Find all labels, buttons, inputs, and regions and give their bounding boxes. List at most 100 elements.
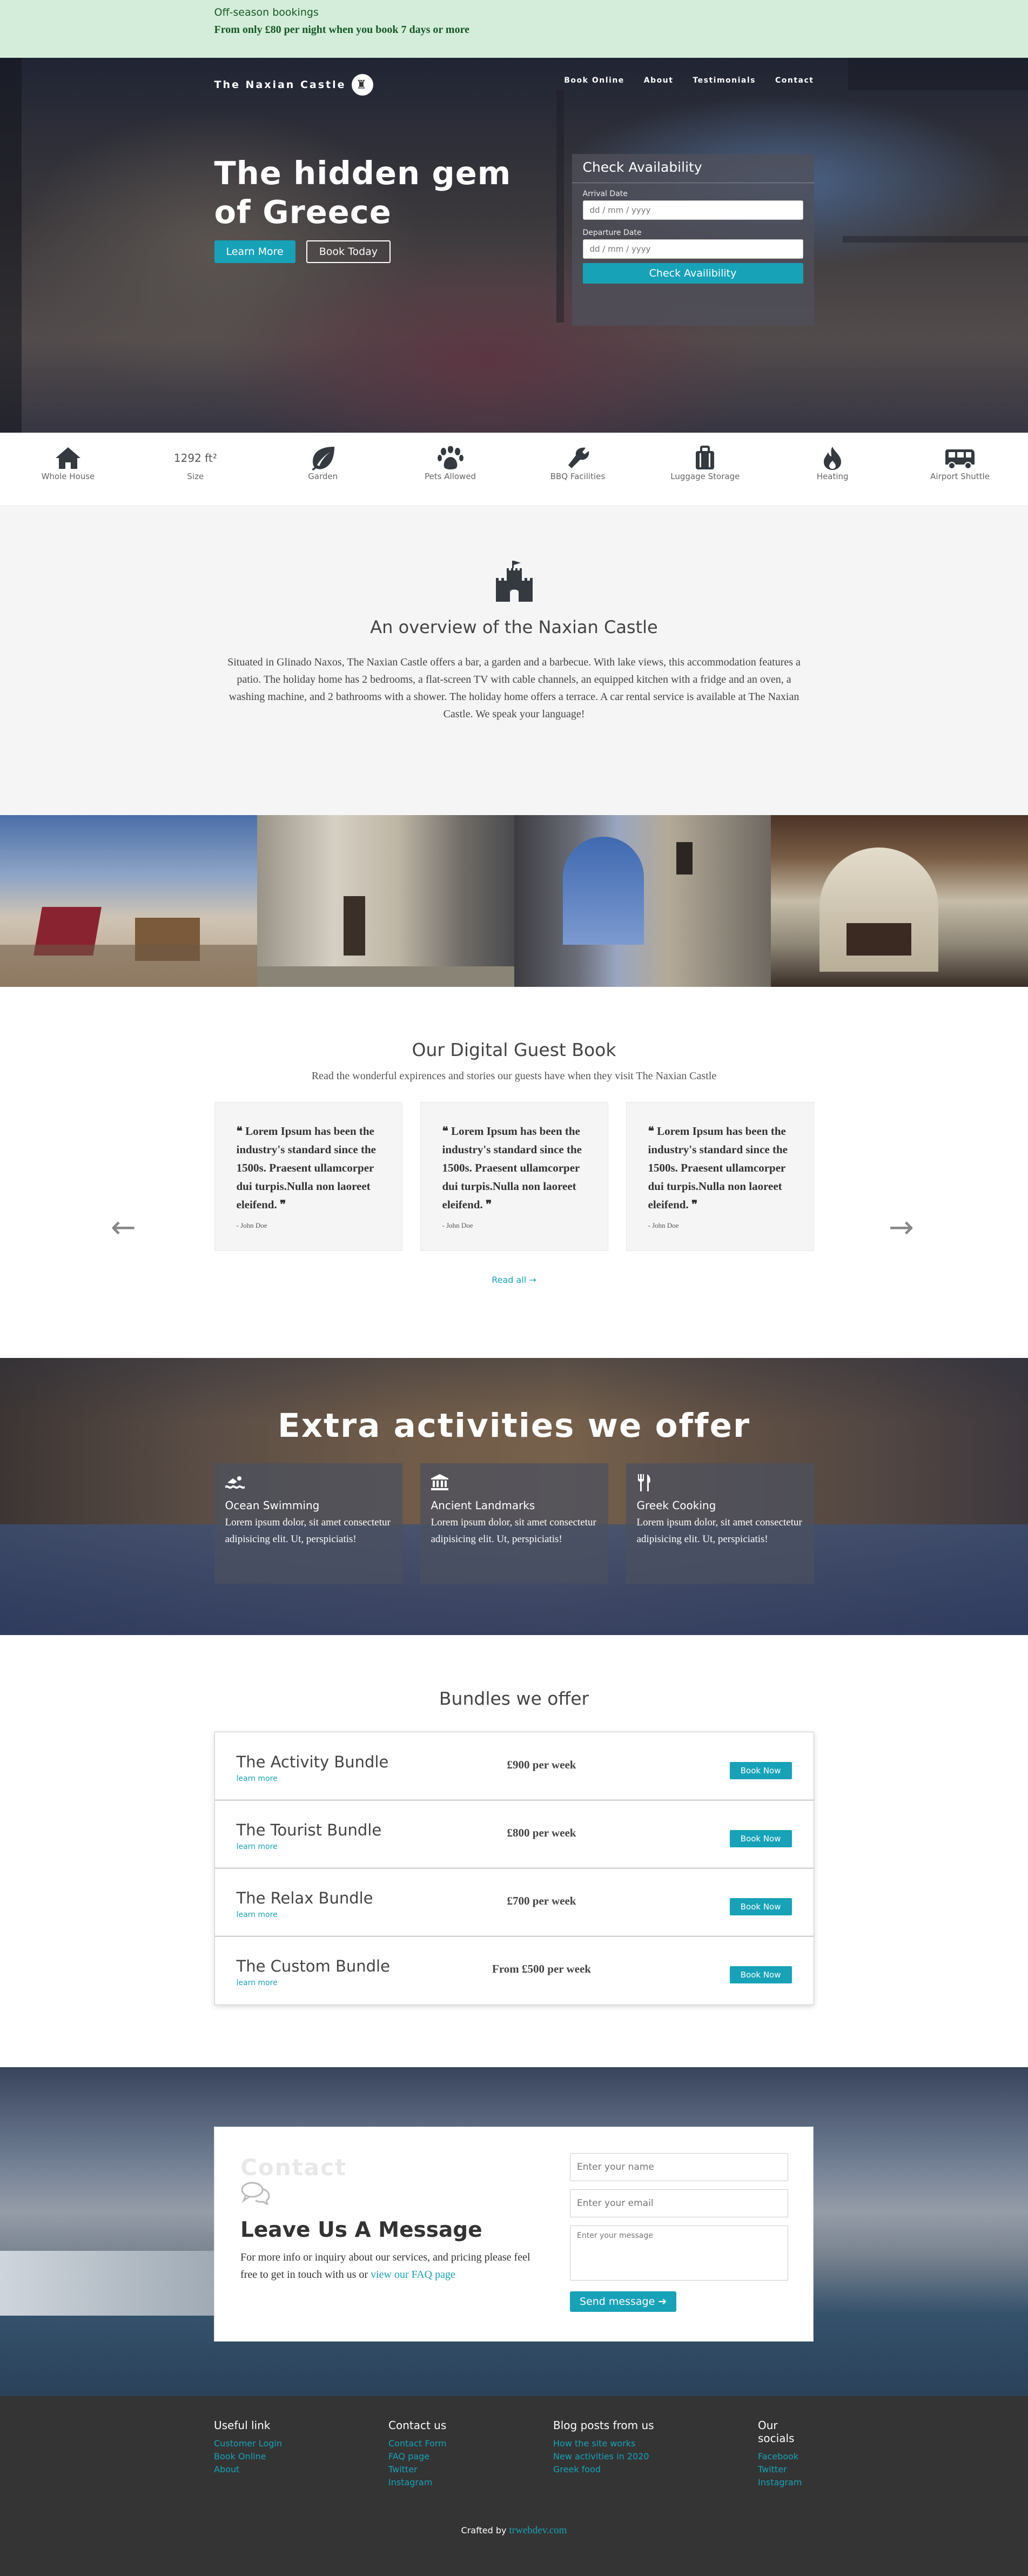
footer-column-title: Blog posts from us — [553, 2419, 654, 2432]
footer-column-socials: Our socials Facebook Twitter Instagram — [758, 2419, 814, 2489]
email-input[interactable] — [570, 2189, 788, 2217]
bundle-learn-more-link[interactable]: learn more — [237, 1774, 792, 1783]
swimmer-icon — [225, 1474, 392, 1492]
arrival-date-input[interactable] — [582, 200, 803, 220]
footer-link[interactable]: Instagram — [758, 2476, 814, 2489]
utensils-icon — [637, 1474, 803, 1492]
nav-about[interactable]: About — [644, 76, 674, 85]
footer-link[interactable]: How the site works — [553, 2437, 654, 2450]
brand-link[interactable]: The Naxian Castle ♜ — [214, 74, 373, 96]
testimonial-card: ❝ Lorem Ipsum has been the industry's st… — [626, 1102, 814, 1251]
amenity-label: Whole House — [41, 472, 95, 481]
hero-section: The Naxian Castle ♜ Book Online About Te… — [0, 58, 1028, 433]
amenity-label: Garden — [308, 472, 338, 481]
testimonial-author: - John Doe — [648, 1221, 679, 1229]
amenities-bar: Whole House 1292 ft² Size Garden Pets Al… — [0, 433, 1028, 506]
nav-testimonials[interactable]: Testimonials — [693, 76, 756, 85]
testimonial-quote: Lorem Ipsum has been the industry's stan… — [442, 1125, 582, 1211]
book-now-button[interactable]: Book Now — [729, 1762, 792, 1779]
book-now-button[interactable]: Book Now — [729, 1830, 792, 1847]
footer-link[interactable]: Instagram — [388, 2476, 447, 2489]
footer-link[interactable]: Twitter — [388, 2463, 447, 2476]
testimonial-card: ❝ Lorem Ipsum has been the industry's st… — [420, 1102, 608, 1251]
offer-banner: Off-season bookings From only £80 per ni… — [0, 0, 1028, 58]
bundle-price: £800 per week — [507, 1826, 576, 1839]
book-today-button[interactable]: Book Today — [306, 240, 391, 263]
bundle-row: The Tourist Bundle learn more £800 per w… — [214, 1800, 814, 1868]
bundle-price: From £500 per week — [492, 1962, 591, 1975]
gallery-photo-archway[interactable] — [514, 815, 771, 987]
arrival-label: Arrival Date — [582, 190, 628, 198]
bundle-learn-more-link[interactable]: learn more — [237, 1842, 792, 1851]
activity-text: Lorem ipsum dolor, sit amet consectetur … — [636, 1517, 802, 1545]
activity-text: Lorem ipsum dolor, sit amet consectetur … — [431, 1517, 596, 1545]
book-now-button[interactable]: Book Now — [729, 1898, 792, 1915]
hero-photo-detail — [843, 236, 1028, 243]
amenity-luggage: Luggage Storage — [641, 433, 769, 505]
carousel-prev-arrow-icon[interactable]: ← — [111, 1213, 136, 1243]
contact-section: Contact Leave Us A Message For more info… — [0, 2067, 1028, 2396]
bundle-learn-more-link[interactable]: learn more — [237, 1911, 792, 1919]
activity-title: Greek Cooking — [636, 1499, 716, 1512]
bundles-title: Bundles we offer — [439, 1688, 589, 1709]
activity-title: Ancient Landmarks — [431, 1499, 535, 1512]
learn-more-button[interactable]: Learn More — [214, 240, 295, 263]
book-now-button[interactable]: Book Now — [729, 1966, 792, 1983]
footer-column-title: Useful link — [214, 2419, 271, 2432]
chat-bubbles-icon — [240, 2181, 271, 2207]
faq-link[interactable]: view our FAQ page — [371, 2269, 455, 2281]
bundle-row: The Relax Bundle learn more £700 per wee… — [214, 1868, 814, 1936]
send-message-button[interactable]: Send message ➔ — [570, 2291, 677, 2312]
gallery-photo-courtyard[interactable] — [257, 815, 514, 987]
castle-icon — [493, 560, 536, 605]
footer-link[interactable]: New activities in 2020 — [553, 2450, 654, 2463]
footer-link[interactable]: Customer Login — [214, 2437, 282, 2450]
site-footer: Useful link Customer Login Book Online A… — [0, 2396, 1028, 2576]
carousel-next-arrow-icon[interactable]: → — [889, 1213, 914, 1243]
credit-prefix: Crafted by — [461, 2525, 507, 2535]
bundles-section: Bundles we offer The Activity Bundle lea… — [0, 1635, 1028, 2067]
footer-link[interactable]: About — [214, 2463, 282, 2476]
activity-card: Ancient Landmarks Lorem ipsum dolor, sit… — [420, 1463, 608, 1584]
footer-link[interactable]: Greek food — [553, 2463, 654, 2476]
read-all-link[interactable]: Read all → — [0, 1275, 1028, 1285]
amenity-shuttle: Airport Shuttle — [896, 433, 1024, 505]
check-availability-button[interactable]: Check Availibility — [582, 263, 803, 284]
bundle-row: The Activity Bundle learn more £900 per … — [214, 1732, 814, 1800]
banner-offer-text: From only £80 per night when you book 7 … — [214, 24, 469, 36]
fire-icon — [769, 445, 896, 472]
message-textarea[interactable] — [570, 2225, 788, 2281]
gallery-photo-terrace[interactable] — [0, 815, 257, 987]
castle-logo-icon: ♜ — [351, 74, 373, 96]
amenity-size: 1292 ft² Size — [132, 433, 259, 505]
paw-icon — [387, 445, 514, 472]
footer-column-contact: Contact us Contact Form FAQ page Twitter… — [388, 2419, 447, 2489]
departure-date-input[interactable] — [582, 239, 803, 259]
overview-text: Situated in Glinado Naxos, The Naxian Ca… — [227, 656, 801, 720]
footer-link[interactable]: FAQ page — [388, 2450, 447, 2463]
amenity-label: Luggage Storage — [670, 472, 740, 481]
hero-photo-detail — [848, 58, 1028, 90]
activities-section: Extra activities we offer Ocean Swimming… — [0, 1358, 1028, 1635]
footer-link[interactable]: Book Online — [214, 2450, 282, 2463]
gallery-photo-interior[interactable] — [771, 815, 1028, 987]
testimonial-author: - John Doe — [442, 1221, 473, 1229]
amenity-pets: Pets Allowed — [387, 433, 514, 505]
footer-link[interactable]: Contact Form — [388, 2437, 447, 2450]
footer-column-title: Contact us — [388, 2419, 447, 2432]
bundle-price: £700 per week — [507, 1894, 576, 1907]
footer-credit: Crafted by trwebdev.com — [0, 2525, 1028, 2537]
leaf-icon — [259, 445, 387, 472]
quote-close-icon: ❞ — [277, 1198, 286, 1211]
footer-link[interactable]: Facebook — [758, 2450, 814, 2463]
credit-link[interactable]: trwebdev.com — [509, 2525, 567, 2536]
footer-link[interactable]: Twitter — [758, 2463, 814, 2476]
bundle-learn-more-link[interactable]: learn more — [237, 1979, 792, 1987]
activity-card: Ocean Swimming Lorem ipsum dolor, sit am… — [214, 1463, 402, 1584]
name-input[interactable] — [570, 2153, 788, 2181]
contact-ghost-heading: Contact — [240, 2154, 347, 2181]
nav-contact[interactable]: Contact — [775, 76, 814, 85]
footer-column-useful-links: Useful link Customer Login Book Online A… — [214, 2419, 282, 2476]
nav-book-online[interactable]: Book Online — [564, 76, 624, 85]
hero-title: The hidden gem of Greece — [214, 154, 512, 231]
